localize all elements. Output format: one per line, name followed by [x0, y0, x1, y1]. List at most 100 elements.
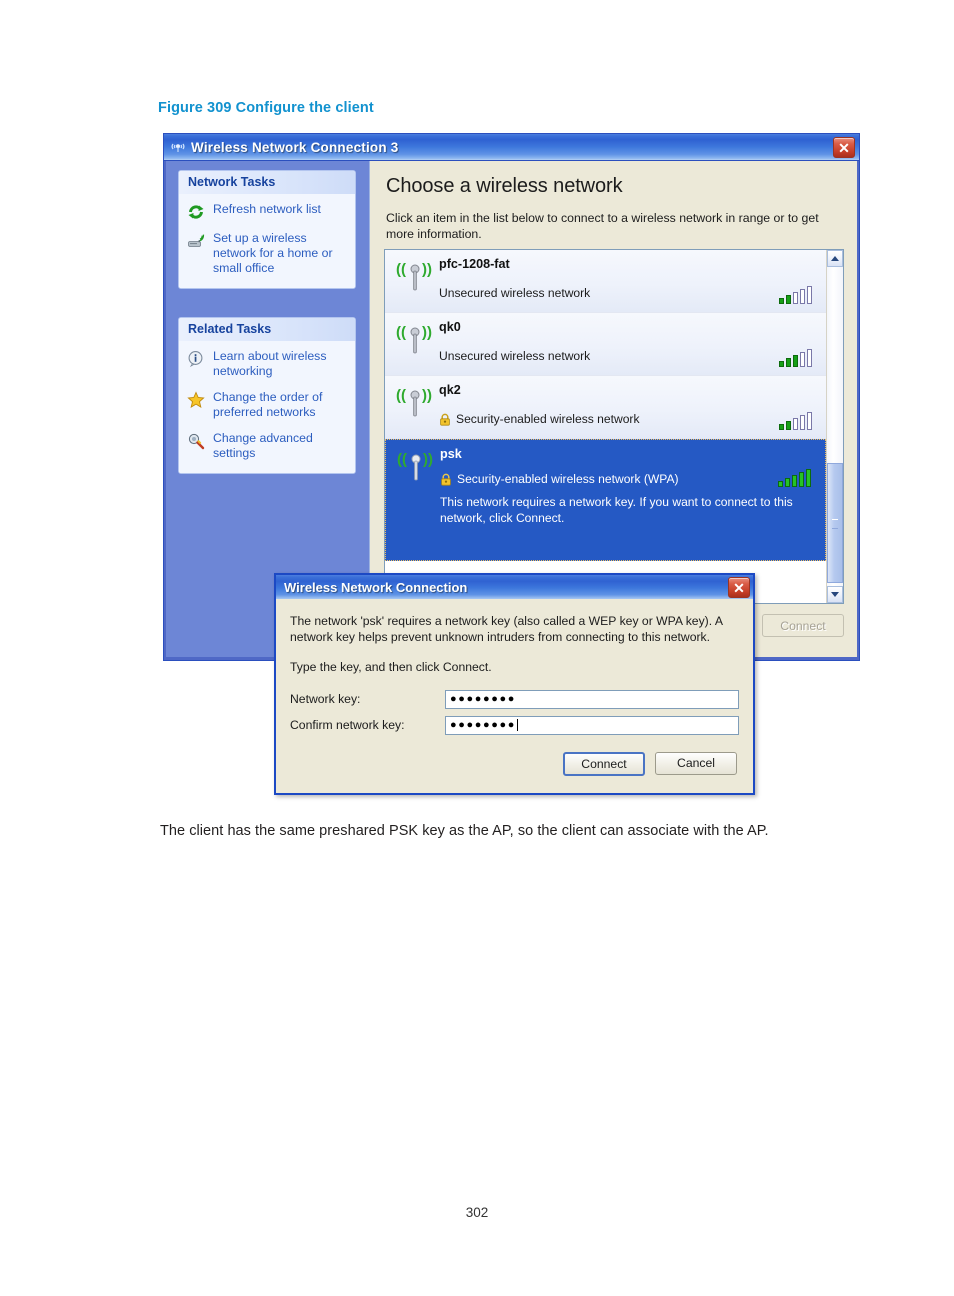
network-ssid: qk0: [439, 320, 461, 335]
sidebar-item-change-order[interactable]: Change the order of preferred networks: [187, 390, 347, 420]
signal-bar: [807, 349, 812, 368]
sidebar-item-refresh-label: Refresh network list: [213, 202, 321, 216]
network-key-dialog: Wireless Network Connection ✕ The networ…: [274, 573, 755, 795]
signal-bar: [807, 412, 812, 431]
star-icon: [187, 391, 207, 409]
figure-caption: Figure 309 Configure the client: [158, 100, 374, 116]
wireless-access-point-icon: (( )): [393, 256, 439, 305]
wireless-access-point-icon: (( )): [394, 446, 440, 553]
connect-button[interactable]: Connect: [762, 614, 844, 638]
dialog-close-icon[interactable]: ✕: [728, 577, 750, 598]
lock-icon: [439, 413, 451, 426]
dialog-connect-button[interactable]: Connect: [563, 751, 645, 776]
dialog-form: Network key: ●●●●●●●● Confirm network ke…: [290, 689, 739, 776]
network-status-text: Security-enabled wireless network: [456, 412, 640, 427]
svg-text:((: ((: [396, 261, 406, 278]
scrollbar-thumb[interactable]: [827, 463, 843, 584]
info-icon: [187, 350, 207, 368]
confirm-network-key-row: Confirm network key: ●●●●●●●●: [290, 715, 739, 735]
sidebar-item-setup-label: Set up a wireless network for a home or …: [213, 231, 333, 275]
text-caret: [516, 719, 518, 732]
signal-bar: [807, 286, 812, 305]
signal-bar: [792, 475, 797, 488]
sidebar-item-learn-about-wireless[interactable]: Learn about wireless networking: [187, 349, 347, 379]
signal-bar: [793, 418, 798, 431]
signal-bar: [779, 298, 784, 305]
signal-bar: [779, 424, 784, 431]
network-tasks-panel: Network Tasks Refresh network list Set u…: [178, 170, 356, 289]
svg-text:((: ((: [397, 451, 407, 468]
signal-bar: [779, 361, 784, 368]
chevron-up-icon: [831, 256, 839, 262]
chevron-down-icon: [831, 592, 839, 598]
confirm-network-key-value: ●●●●●●●●: [450, 719, 516, 732]
sidebar-divider: [166, 305, 369, 317]
wireless-access-point-icon: (( )): [393, 382, 439, 431]
body-paragraph: The client has the same preshared PSK ke…: [160, 823, 769, 839]
wireless-network-list[interactable]: (( )) pfc-1208-fat Unsecured wireless ne…: [384, 249, 844, 605]
network-ssid: pfc-1208-fat: [439, 257, 510, 272]
network-list-item-selected[interactable]: (( )) psk Security-enabled wireless netw…: [385, 439, 826, 562]
sidebar-item-refresh-network-list[interactable]: Refresh network list: [187, 202, 347, 220]
wireless-setup-icon: [187, 232, 207, 250]
network-status: Security-enabled wireless network: [439, 412, 818, 426]
network-key-row: Network key: ●●●●●●●●: [290, 689, 739, 709]
scroll-down-button[interactable]: [827, 586, 843, 604]
close-icon[interactable]: ✕: [833, 137, 855, 158]
sidebar-item-setup-wireless-network[interactable]: Set up a wireless network for a home or …: [187, 231, 347, 276]
network-list-item[interactable]: (( )) qk0 Unsecured wireless network: [385, 313, 826, 377]
signal-bar: [793, 355, 798, 368]
refresh-icon: [187, 203, 207, 221]
lock-icon: [440, 473, 452, 486]
network-info: psk Security-enabled wireless network (W…: [440, 446, 817, 553]
network-status: Unsecured wireless network: [439, 286, 818, 300]
network-status-text: Security-enabled wireless network (WPA): [457, 472, 679, 487]
wireless-access-point-icon: (( )): [393, 319, 439, 368]
sidebar-item-advanced-label: Change advanced settings: [213, 431, 313, 460]
svg-text:)): )): [423, 451, 433, 468]
dialog-cancel-button[interactable]: Cancel: [655, 751, 737, 775]
network-extra-description: This network requires a network key. If …: [440, 495, 793, 526]
window-title: Wireless Network Connection 3: [191, 139, 399, 155]
sidebar-item-change-advanced-settings[interactable]: Change advanced settings: [187, 431, 347, 461]
scroll-up-button[interactable]: [827, 250, 843, 268]
confirm-network-key-input[interactable]: ●●●●●●●●: [445, 715, 739, 735]
network-info: pfc-1208-fat Unsecured wireless network: [439, 256, 818, 305]
svg-text:)): )): [422, 261, 432, 278]
network-status: Unsecured wireless network: [439, 349, 818, 363]
dialog-body: The network 'psk' requires a network key…: [276, 599, 753, 776]
signal-bar: [793, 292, 798, 305]
confirm-network-key-label: Confirm network key:: [290, 718, 405, 733]
signal-bar: [785, 478, 790, 488]
signal-strength-indicator: [777, 286, 812, 305]
svg-text:((: ((: [396, 387, 406, 404]
scrollbar-track[interactable]: [827, 267, 843, 587]
sidebar-item-change-order-label: Change the order of preferred networks: [213, 390, 323, 419]
signal-strength-indicator: [777, 412, 812, 431]
page-description: Click an item in the list below to conne…: [386, 211, 819, 241]
page-title: Choose a wireless network: [386, 175, 623, 197]
network-list-item[interactable]: (( )) qk2 Security-enabled wireless netw…: [385, 376, 826, 440]
dialog-title: Wireless Network Connection: [284, 579, 468, 595]
network-key-input[interactable]: ●●●●●●●●: [445, 689, 739, 709]
network-info: qk2 Security-enabled wireless network: [439, 382, 818, 431]
signal-bar: [778, 481, 783, 488]
network-list-viewport: (( )) pfc-1208-fat Unsecured wireless ne…: [385, 250, 826, 603]
signal-bar: [786, 358, 791, 368]
network-list-item[interactable]: (( )) pfc-1208-fat Unsecured wireless ne…: [385, 250, 826, 314]
network-ssid: psk: [440, 447, 462, 462]
signal-bar: [786, 295, 791, 305]
signal-bar: [800, 415, 805, 431]
sidebar-item-learn-label: Learn about wireless networking: [213, 349, 327, 378]
signal-bar: [786, 421, 791, 431]
related-tasks-body: Learn about wireless networking Change t…: [179, 341, 355, 473]
window-titlebar: Wireless Network Connection 3 ✕: [164, 134, 859, 161]
related-tasks-panel: Related Tasks Learn about wireless netwo…: [178, 317, 356, 474]
dialog-paragraph-1: The network 'psk' requires a network key…: [290, 614, 723, 645]
svg-text:)): )): [422, 387, 432, 404]
network-status-text: Unsecured wireless network: [439, 349, 591, 364]
network-list-scrollbar[interactable]: [826, 250, 843, 604]
network-tasks-body: Refresh network list Set up a wireless n…: [179, 194, 355, 288]
network-key-label: Network key:: [290, 692, 361, 707]
signal-bar: [806, 469, 811, 488]
